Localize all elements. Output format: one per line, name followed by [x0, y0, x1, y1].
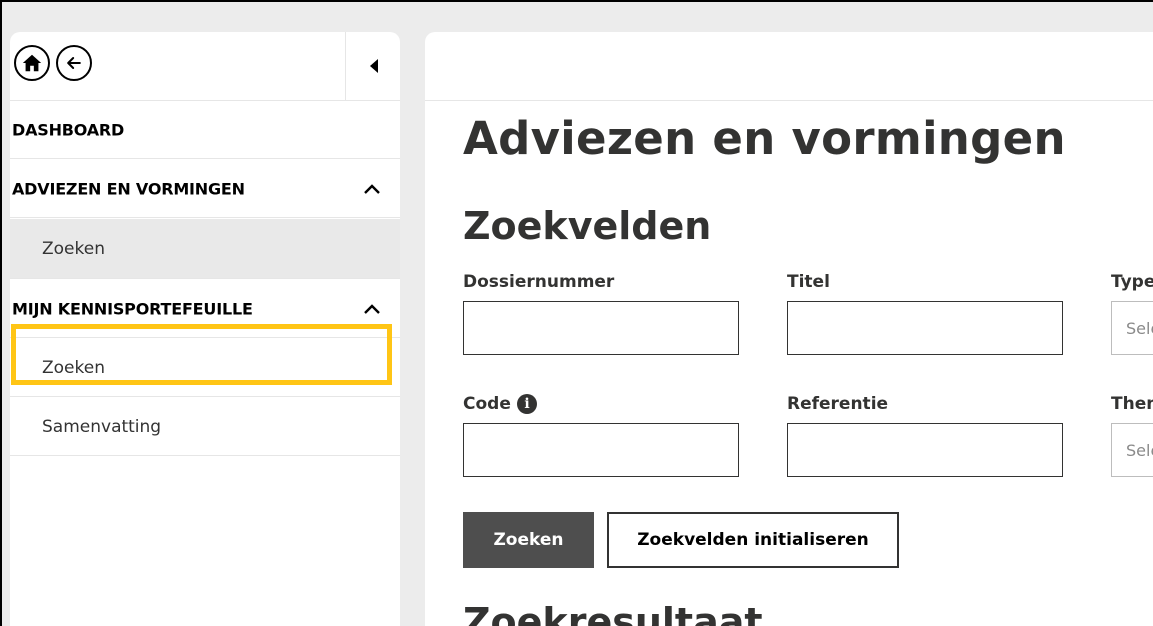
sidebar-item-label: DASHBOARD	[12, 120, 125, 139]
search-button[interactable]: Zoeken	[463, 512, 594, 568]
reset-fields-button[interactable]: Zoekvelden initialiseren	[607, 512, 899, 568]
sidebar-item-dashboard[interactable]: DASHBOARD	[10, 101, 400, 159]
dossiernummer-label: Dossiernummer	[463, 272, 615, 292]
main-panel: Adviezen en vormingen Zoekvelden Dossier…	[425, 32, 1153, 626]
highlight-box	[11, 324, 392, 385]
code-label: Code	[463, 394, 511, 414]
sidebar-item-adviezen-zoeken[interactable]: Zoeken	[10, 219, 400, 279]
results-heading: Zoekresultaat	[463, 600, 763, 626]
home-button[interactable]	[14, 45, 50, 81]
thema-select[interactable]: Selecteer	[1111, 423, 1153, 477]
page-title: Adviezen en vormingen	[463, 112, 1066, 165]
sidebar-item-label: Samenvatting	[42, 416, 162, 437]
main-toolbar	[425, 32, 1153, 101]
titel-input[interactable]	[787, 301, 1063, 355]
sidebar-item-label: Zoeken	[42, 238, 105, 259]
titel-label: Titel	[787, 272, 830, 292]
chevron-up-icon	[364, 183, 380, 194]
code-input[interactable]	[463, 423, 739, 477]
triangle-left-icon	[369, 59, 378, 73]
info-icon[interactable]: i	[517, 394, 537, 414]
referentie-input[interactable]	[787, 423, 1063, 477]
chevron-up-icon	[364, 303, 380, 314]
sidebar-section-label: ADVIEZEN EN VORMINGEN	[12, 179, 245, 198]
back-button[interactable]	[56, 45, 92, 81]
collapse-sidebar-button[interactable]	[345, 32, 401, 100]
type-select-placeholder: Selecteer	[1126, 318, 1153, 338]
sidebar-toolbar	[10, 32, 400, 101]
type-select[interactable]: Selecteer	[1111, 301, 1153, 355]
home-icon	[22, 54, 42, 72]
dossiernummer-input[interactable]	[463, 301, 739, 355]
thema-select-placeholder: Selecteer	[1126, 440, 1153, 460]
sidebar-section-label: MIJN KENNISPORTEFEUILLE	[12, 299, 253, 318]
search-heading: Zoekvelden	[463, 204, 712, 248]
thema-label: Thema	[1111, 394, 1153, 414]
referentie-label: Referentie	[787, 394, 889, 414]
app-window: DASHBOARD ADVIEZEN EN VORMINGEN Zoeken M…	[0, 0, 1153, 626]
sidebar-item-samenvatting[interactable]: Samenvatting	[10, 398, 400, 456]
sidebar-section-adviezen[interactable]: ADVIEZEN EN VORMINGEN	[10, 160, 400, 218]
type-label: Type	[1111, 272, 1153, 292]
arrow-left-icon	[67, 57, 81, 69]
